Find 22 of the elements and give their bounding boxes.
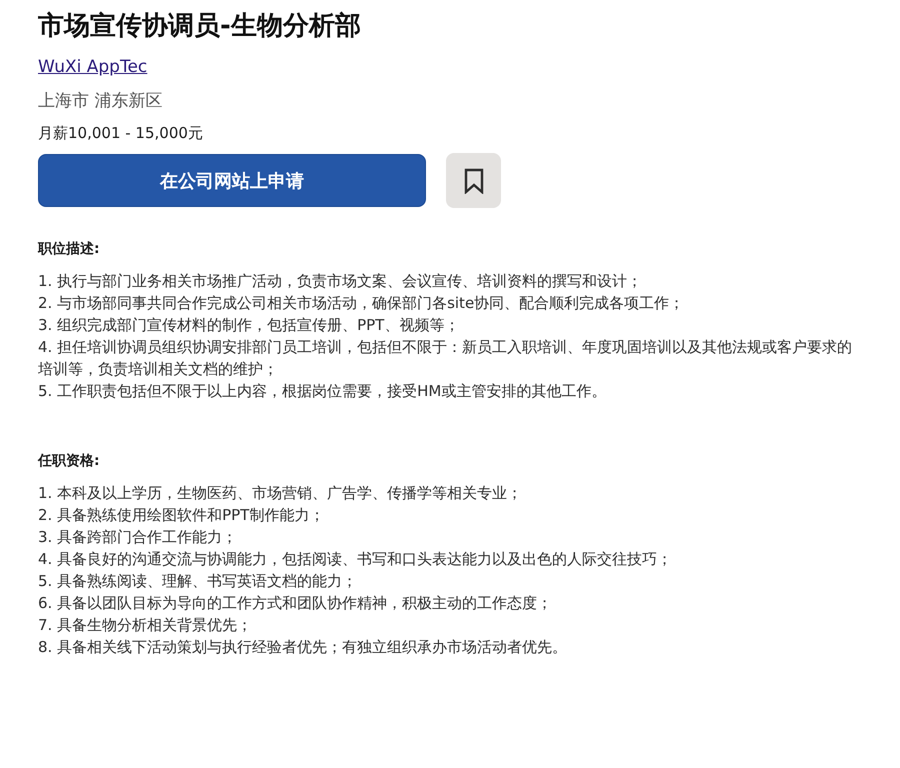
apply-button[interactable]: 在公司网站上申请 [38, 154, 426, 207]
job-location: 上海市 浦东新区 [38, 90, 164, 112]
list-item: 4. 担任培训协调员组织协调安排部门员工培训，包括但不限于：新员工入职培训、年度巩固培训以及其他法规或客户要求的培训等，负责培训相关文档的维护； [38, 337, 854, 380]
list-item: 2. 与市场部同事共同合作完成公司相关市场活动，确保部门各site协同、配合顺利完成各项工作； [38, 293, 686, 314]
section-heading: 任职资格: [38, 452, 101, 470]
list-item: 7. 具备生物分析相关背景优先； [38, 615, 254, 636]
company-link[interactable]: WuXi AppTec [38, 57, 148, 77]
job-title: 市场宣传协调员-生物分析部 [38, 10, 362, 43]
list-item: 2. 具备熟练使用绘图软件和PPT制作能力； [38, 505, 326, 526]
list-item: 8. 具备相关线下活动策划与执行经验者优先；有独立组织承办市场活动者优先。 [38, 637, 568, 658]
bookmark-icon [462, 168, 484, 194]
list-item: 1. 执行与部门业务相关市场推广活动，负责市场文案、会议宣传、培训资料的撰写和设计； [38, 271, 644, 292]
save-button[interactable] [446, 153, 501, 208]
list-item: 4. 具备良好的沟通交流与协调能力，包括阅读、书写和口头表达能力以及出色的人际交往技巧； [38, 549, 674, 570]
list-item: 5. 具备熟练阅读、理解、书写英语文档的能力； [38, 571, 358, 592]
list-item: 5. 工作职责包括但不限于以上内容，根据岗位需要，接受HM或主管安排的其他工作。 [38, 381, 608, 402]
list-item: 6. 具备以团队目标为导向的工作方式和团队协作精神，积极主动的工作态度； [38, 593, 554, 614]
salary: 月薪10,001 - 15,000元 [38, 124, 204, 143]
section-heading: 职位描述: [38, 240, 101, 258]
list-item: 3. 具备跨部门合作工作能力； [38, 527, 238, 548]
list-item: 3. 组织完成部门宣传材料的制作，包括宣传册、PPT、视频等； [38, 315, 460, 336]
list-item: 1. 本科及以上学历，生物医药、市场营销、广告学、传播学等相关专业； [38, 483, 524, 504]
